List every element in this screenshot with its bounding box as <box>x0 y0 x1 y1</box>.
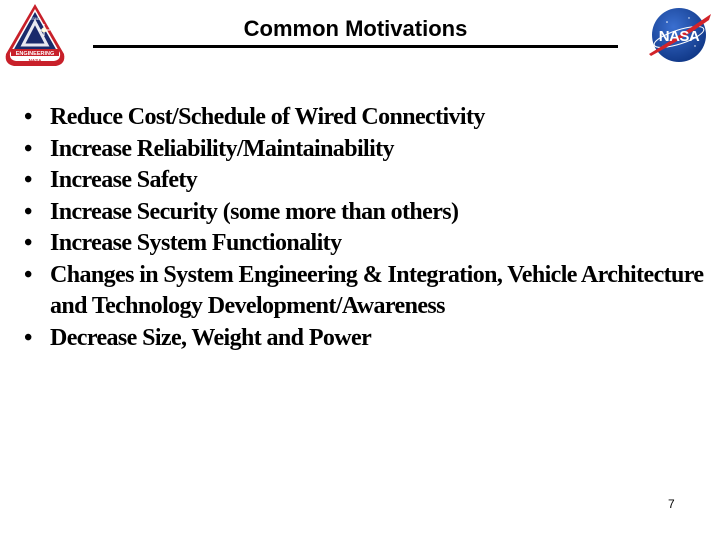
title-underline <box>93 45 618 48</box>
bullet-dot-icon: • <box>24 198 33 225</box>
bullet-dot-icon: • <box>24 324 33 351</box>
svg-text:ESMD: ESMD <box>30 17 41 21</box>
bullet-dot-icon: • <box>24 230 33 256</box>
bullet-list: • Reduce Cost/Schedule of Wired Connecti… <box>22 102 712 354</box>
engineering-patch-icon: ENGINEERING NASA ESMD <box>5 4 65 66</box>
svg-text:NASA: NASA <box>659 28 700 45</box>
bullet-text: Increase Reliability/Maintainability <box>50 135 395 162</box>
bullet-item: • Increase System Functionality <box>22 228 712 260</box>
bullet-item: • Increase Security (some more than othe… <box>22 197 712 229</box>
bullet-text: Reduce Cost/Schedule of Wired Connectivi… <box>50 104 485 130</box>
slide-title: Common Motivations <box>243 16 468 41</box>
bullet-dot-icon: • <box>24 167 33 193</box>
page-number: 7 <box>668 497 675 511</box>
nasa-meatball-logo: NASA <box>645 6 713 64</box>
bullet-dot-icon: • <box>24 104 33 130</box>
bullet-item: • Reduce Cost/Schedule of Wired Connecti… <box>22 102 712 134</box>
bullet-text: Decrease Size, Weight and Power <box>50 324 372 351</box>
bullet-item: • Increase Reliability/Maintainability <box>22 134 712 166</box>
bullet-dot-icon: • <box>24 261 33 288</box>
bullet-text: Increase Safety <box>50 167 198 193</box>
bullet-item: • Decrease Size, Weight and Power <box>22 323 712 355</box>
bullet-item: • Increase Safety <box>22 165 712 197</box>
nasa-meatball-icon: NASA <box>649 8 711 62</box>
svg-text:ENGINEERING: ENGINEERING <box>16 51 55 57</box>
engineering-patch-logo: ENGINEERING NASA ESMD <box>2 2 68 70</box>
svg-text:NASA: NASA <box>29 58 43 63</box>
bullet-dot-icon: • <box>24 135 33 162</box>
bullet-item: • Changes in System Engineering & Integr… <box>22 260 712 323</box>
bullet-text: Changes in System Engineering & Integrat… <box>50 261 704 320</box>
bullet-text: Increase Security (some more than others… <box>50 198 459 225</box>
bullet-text: Increase System Functionality <box>50 230 342 256</box>
